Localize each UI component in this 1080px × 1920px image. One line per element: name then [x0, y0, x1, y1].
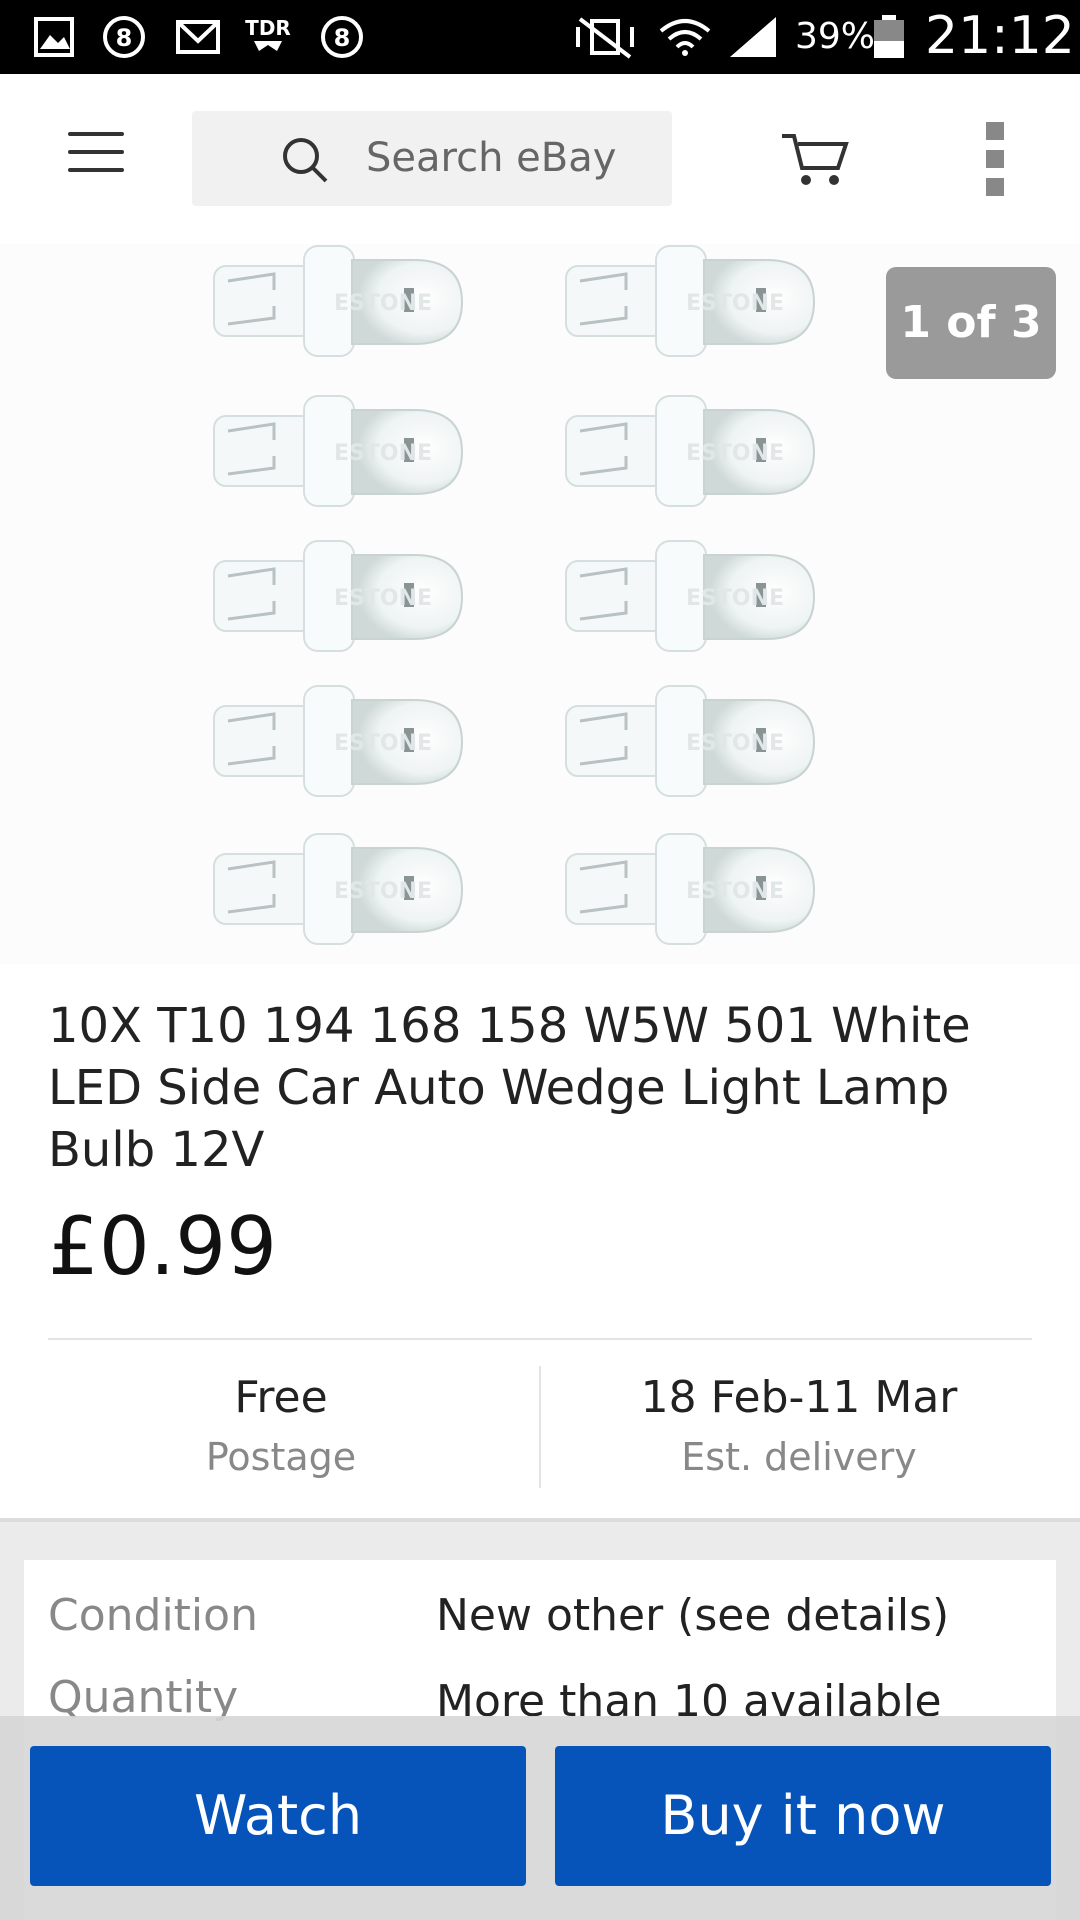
vertical-divider — [539, 1366, 541, 1488]
clock: 21:12 — [925, 6, 1075, 66]
divider — [48, 1338, 1032, 1340]
svg-text:8: 8 — [116, 24, 133, 52]
mail-icon — [176, 20, 220, 54]
gallery-icon — [34, 17, 74, 57]
search-placeholder: Search eBay — [366, 135, 617, 181]
svg-text:8: 8 — [334, 24, 351, 52]
cart-icon[interactable] — [780, 130, 850, 190]
buy-it-now-button[interactable]: Buy it now — [555, 1746, 1051, 1886]
delivery-value: 18 Feb-11 Mar — [640, 1372, 958, 1423]
status-bar: 8 TDR 8 39% 21:12 — [0, 0, 1080, 74]
product-price: £0.99 — [48, 1200, 278, 1293]
product-title: 10X T10 194 168 158 W5W 501 White LED Si… — [48, 998, 971, 1178]
delivery-label: Est. delivery — [681, 1435, 917, 1479]
search-icon — [283, 138, 328, 183]
postage-info: Free Postage — [36, 1372, 526, 1479]
postage-label: Postage — [205, 1435, 357, 1479]
notification-8-icon: 8 — [321, 16, 363, 58]
watch-button[interactable]: Watch — [30, 1746, 526, 1886]
vibrate-mute-icon — [576, 17, 634, 59]
more-options-icon[interactable] — [986, 122, 1006, 198]
notification-8-icon: 8 — [103, 16, 145, 58]
battery-percentage: 39% — [795, 16, 876, 57]
image-counter-badge: 1 of 3 — [886, 267, 1056, 379]
tdr-icon: TDR — [245, 16, 291, 51]
wifi-icon — [659, 19, 711, 56]
delivery-info: 18 Feb-11 Mar Est. delivery — [554, 1372, 1044, 1479]
hamburger-menu-icon[interactable] — [68, 132, 124, 178]
condition-label: Condition — [48, 1590, 258, 1641]
signal-icon — [730, 17, 776, 57]
svg-text:TDR: TDR — [245, 16, 291, 40]
battery-icon — [874, 15, 904, 58]
postage-value: Free — [234, 1372, 328, 1423]
condition-value: New other (see details) — [436, 1590, 950, 1641]
search-input[interactable]: Search eBay — [192, 111, 672, 206]
